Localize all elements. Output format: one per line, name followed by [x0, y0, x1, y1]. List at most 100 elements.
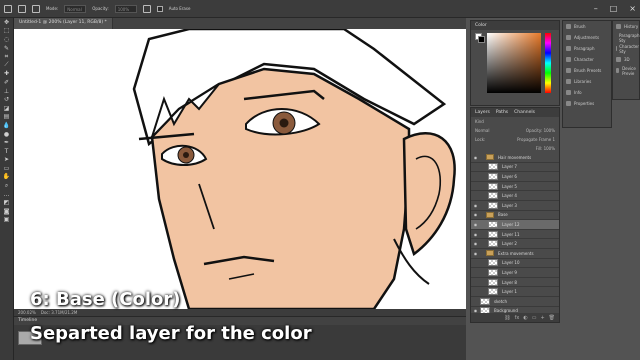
new-layer-icon[interactable]: +	[540, 315, 544, 321]
gradient-tool-icon[interactable]: ▤	[0, 113, 13, 122]
caption-line-1: 6: Base (Color)	[30, 289, 181, 310]
dock-item-paragraph-styles[interactable]: Paragraph Sty	[613, 32, 640, 43]
doc-size: Doc: 3.71M/21.2M	[40, 310, 78, 315]
dock-item-adjustments[interactable]: Adjustments	[563, 32, 611, 43]
color-picker-field[interactable]	[487, 33, 541, 93]
more-tools-icon[interactable]: …	[0, 190, 13, 199]
move-tool-icon[interactable]: ✥	[0, 18, 13, 27]
quick-select-tool-icon[interactable]: ✎	[0, 44, 13, 53]
delete-layer-icon[interactable]: 🗑	[549, 315, 555, 321]
tab-paths[interactable]: Paths	[496, 110, 508, 115]
libraries-icon	[566, 79, 571, 84]
zoom-tool-icon[interactable]: ⌕	[0, 181, 13, 190]
link-layers-icon[interactable]: ⛓	[504, 315, 510, 321]
hand-tool-icon[interactable]: ✋	[0, 173, 13, 182]
blur-tool-icon[interactable]: 💧	[0, 121, 13, 130]
shape-tool-icon[interactable]: ▭	[0, 164, 13, 173]
color-swatch-icon[interactable]: ◩	[0, 198, 13, 207]
visibility-eye-icon[interactable]: ◉	[471, 212, 480, 217]
dock-item-libraries[interactable]: Libraries	[563, 76, 611, 87]
dock-item-brush[interactable]: Brush	[563, 21, 611, 32]
layer-row[interactable]: ◉ Layer 2	[471, 239, 559, 249]
path-select-tool-icon[interactable]: ➤	[0, 156, 13, 165]
brush-panel-icon[interactable]	[32, 4, 40, 13]
visibility-eye-icon[interactable]: ◉	[471, 232, 480, 237]
layer-row[interactable]: Layer 10	[471, 259, 559, 269]
canvas[interactable]	[14, 29, 466, 309]
minimize-icon[interactable]: –	[594, 4, 598, 13]
layer-thumbnail	[480, 297, 490, 305]
eraser-tool-icon[interactable]: ◪	[0, 104, 13, 113]
dock-item-brush-presets[interactable]: Brush Presets	[563, 65, 611, 76]
dock-item-info[interactable]: Info	[563, 87, 611, 98]
background-swatch[interactable]	[478, 36, 485, 43]
fill-value[interactable]: 100%	[544, 146, 555, 151]
layer-group-row[interactable]: ◉ Extra movements	[471, 249, 559, 259]
pen-tool-icon[interactable]: ✒	[0, 138, 13, 147]
layer-row[interactable]: Layer 8	[471, 278, 559, 288]
screen-mode-icon[interactable]: ▣	[0, 216, 13, 225]
blend-mode-select[interactable]: Normal	[475, 128, 489, 133]
layer-style-icon[interactable]: fx	[515, 315, 520, 321]
folder-icon	[486, 154, 494, 161]
clone-stamp-tool-icon[interactable]: ⊥	[0, 87, 13, 96]
mode-select[interactable]: Normal	[64, 4, 87, 13]
blend-row: Normal Opacity: 100%	[471, 126, 559, 135]
layer-row[interactable]: Layer 1	[471, 287, 559, 297]
dodge-tool-icon[interactable]: ●	[0, 130, 13, 139]
crop-tool-icon[interactable]: ⌗	[0, 52, 13, 61]
tab-layers[interactable]: Layers	[475, 110, 490, 115]
dock-item-3d[interactable]: 3D	[613, 54, 639, 65]
kind-filter[interactable]: Kind	[475, 119, 484, 124]
hue-slider[interactable]	[545, 33, 551, 93]
layer-row[interactable]: Layer 4	[471, 191, 559, 201]
layer-row[interactable]: sketch	[471, 297, 559, 307]
dock-item-device-preview[interactable]: Device Previe	[613, 65, 639, 76]
dock-item-properties[interactable]: Properties	[563, 98, 611, 109]
folder-icon	[486, 250, 494, 257]
layer-name: Layer 11	[502, 231, 520, 237]
tab-channels[interactable]: Channels	[514, 110, 535, 115]
visibility-eye-icon[interactable]: ◉	[471, 251, 480, 256]
layer-name: Layer 12	[502, 221, 520, 227]
healing-tool-icon[interactable]: ✚	[0, 70, 13, 79]
layer-opacity-value[interactable]: 100%	[544, 128, 555, 133]
visibility-eye-icon[interactable]: ◉	[471, 222, 480, 227]
history-brush-tool-icon[interactable]: ↺	[0, 95, 13, 104]
layer-group-row[interactable]: ◉ Hair movements	[471, 153, 559, 163]
marquee-tool-icon[interactable]: ⬚	[0, 27, 13, 36]
lasso-tool-icon[interactable]: ◌	[0, 35, 13, 44]
layer-row[interactable]: Layer 6	[471, 172, 559, 182]
layer-row[interactable]: ◉ Layer 11	[471, 230, 559, 240]
layer-row[interactable]: Layer 9	[471, 268, 559, 278]
visibility-eye-icon[interactable]: ◉	[471, 155, 480, 160]
color-panel-title[interactable]: Color	[475, 23, 487, 28]
zoom-level[interactable]: 200.02%	[18, 310, 36, 315]
dock-item-paragraph[interactable]: Paragraph	[563, 43, 611, 54]
layer-row[interactable]: Layer 7	[471, 163, 559, 173]
opacity-field[interactable]: 100%	[114, 4, 137, 13]
layer-row[interactable]: ◉ Layer 12	[471, 220, 559, 230]
quick-mask-icon[interactable]: ◙	[0, 207, 13, 216]
type-tool-icon[interactable]: T	[0, 147, 13, 156]
mask-icon[interactable]: ◐	[523, 315, 527, 321]
layer-row[interactable]: ◉ Layer 3	[471, 201, 559, 211]
pressure-opacity-icon[interactable]	[142, 4, 151, 13]
visibility-eye-icon[interactable]: ◉	[471, 203, 480, 208]
maximize-icon[interactable]: □	[610, 4, 618, 13]
layer-group-row[interactable]: ◉ Base	[471, 211, 559, 221]
close-icon[interactable]: ×	[629, 4, 636, 13]
layer-row[interactable]: Layer 5	[471, 182, 559, 192]
document-tab[interactable]: Untitled-1 @ 200% (Layer 11, RGB/8) *	[14, 18, 113, 29]
dock-item-history[interactable]: History	[613, 21, 639, 32]
dock-item-character-styles[interactable]: Character Sty	[613, 43, 639, 54]
brush-tool-icon[interactable]: ✐	[0, 78, 13, 87]
brush-tool-icon[interactable]	[4, 4, 12, 13]
visibility-eye-icon[interactable]: ◉	[471, 241, 480, 246]
eyedropper-tool-icon[interactable]: ⟋	[0, 61, 13, 70]
propagate-frame-label[interactable]: Propagate Frame 1	[517, 137, 555, 142]
auto-erase-checkbox[interactable]	[156, 5, 163, 12]
dock-item-character[interactable]: Character	[563, 54, 611, 65]
new-group-icon[interactable]: ▭	[532, 315, 537, 321]
brush-preset-icon[interactable]	[18, 4, 26, 13]
